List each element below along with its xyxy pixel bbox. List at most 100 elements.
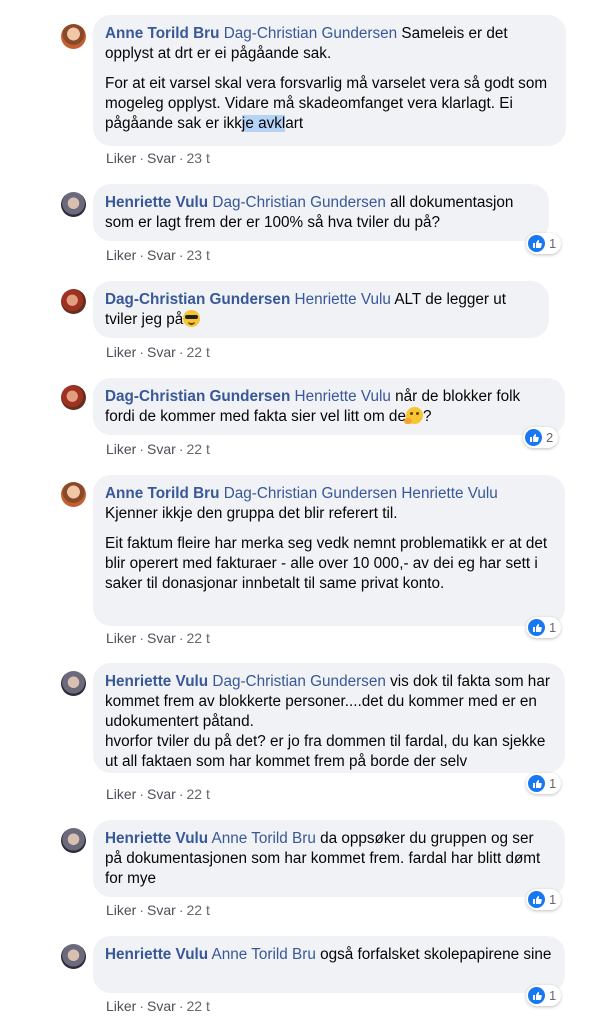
comment-author[interactable]: Dag-Christian Gundersen (105, 388, 290, 405)
separator: · (178, 998, 184, 1014)
comment-author[interactable]: Henriette Vulu (105, 194, 208, 211)
comment-mention[interactable]: Anne Torild Bru (212, 830, 316, 847)
like-link[interactable]: Liker (106, 441, 136, 457)
like-link[interactable]: Liker (106, 247, 136, 263)
avatar[interactable] (61, 671, 86, 696)
timestamp[interactable]: 23 t (187, 247, 210, 263)
text-selection: je avkl (241, 115, 286, 132)
separator: · (178, 902, 184, 918)
separator: · (139, 441, 145, 457)
comment-bubble: Henriette Vulu Dag-Christian Gundersen v… (93, 663, 565, 773)
like-reaction-icon (528, 235, 545, 252)
reaction-count[interactable]: 1 (526, 985, 562, 1006)
separator: · (139, 150, 145, 166)
comment-actions: Liker · Svar · 22 t (106, 441, 210, 457)
comment-bubble: Dag-Christian Gundersen Henriette Vulu A… (93, 281, 549, 338)
comment-mention[interactable]: Dag-Christian Gundersen Henriette Vulu (224, 485, 498, 502)
reply-link[interactable]: Svar (147, 630, 176, 646)
comment-text: Eit faktum fleire har merka seg vedk nem… (105, 535, 552, 592)
reaction-count[interactable]: 1 (526, 889, 562, 910)
comment-bubble: Anne Torild Bru Dag-Christian Gundersen … (93, 475, 565, 626)
reply-link[interactable]: Svar (147, 786, 176, 802)
reply-link[interactable]: Svar (147, 344, 176, 360)
comment-actions: Liker · Svar · 22 t (106, 902, 210, 918)
avatar[interactable] (61, 828, 86, 853)
comment-text: art (285, 115, 304, 132)
reaction-number: 1 (549, 236, 557, 251)
reply-link[interactable]: Svar (147, 441, 176, 457)
timestamp[interactable]: 22 t (187, 441, 210, 457)
avatar[interactable] (61, 385, 86, 410)
reaction-number: 2 (546, 430, 554, 445)
reply-link[interactable]: Svar (147, 150, 176, 166)
reaction-count[interactable]: 2 (523, 427, 559, 448)
reaction-count[interactable]: 1 (526, 233, 562, 254)
comment-bubble: Henriette Vulu Anne Torild Bru da oppsøk… (93, 820, 565, 897)
like-reaction-icon (528, 987, 545, 1004)
timestamp[interactable]: 22 t (187, 786, 210, 802)
reaction-count[interactable]: 1 (526, 617, 562, 638)
comment-bubble: Henriette Vulu Anne Torild Bru også forf… (93, 936, 565, 993)
comment-mention[interactable]: Anne Torild Bru (212, 946, 316, 963)
like-reaction-icon (525, 429, 542, 446)
comment-bubble: Dag-Christian Gundersen Henriette Vulu n… (93, 378, 565, 435)
reply-link[interactable]: Svar (147, 247, 176, 263)
comment-actions: Liker · Svar · 22 t (106, 786, 210, 802)
separator: · (178, 786, 184, 802)
like-reaction-icon (528, 619, 545, 636)
comment-text: også forfalsket skolepapirene sine (315, 946, 552, 963)
comment-mention[interactable]: Henriette Vulu (295, 291, 391, 308)
timestamp[interactable]: 22 t (187, 344, 210, 360)
separator: · (139, 247, 145, 263)
comment-author[interactable]: Henriette Vulu (105, 946, 208, 963)
reply-link[interactable]: Svar (147, 902, 176, 918)
reaction-number: 1 (549, 892, 557, 907)
like-link[interactable]: Liker (106, 902, 136, 918)
timestamp[interactable]: 22 t (187, 902, 210, 918)
comment-actions: Liker · Svar · 22 t (106, 998, 210, 1014)
comment-mention[interactable]: Henriette Vulu (295, 388, 391, 405)
reaction-number: 1 (549, 776, 557, 791)
separator: · (178, 150, 184, 166)
avatar[interactable] (61, 289, 86, 314)
sunglasses-emoji-icon (183, 310, 201, 327)
comment-author[interactable]: Anne Torild Bru (105, 485, 219, 502)
timestamp[interactable]: 23 t (187, 150, 210, 166)
comment-actions: Liker · Svar · 23 t (106, 150, 210, 166)
comment-mention[interactable]: Dag-Christian Gundersen (212, 673, 385, 690)
avatar[interactable] (61, 24, 86, 49)
timestamp[interactable]: 22 t (187, 630, 210, 646)
separator: · (139, 344, 145, 360)
separator: · (178, 441, 184, 457)
like-link[interactable]: Liker (106, 150, 136, 166)
like-link[interactable]: Liker (106, 786, 136, 802)
comment-mention[interactable]: Dag-Christian Gundersen (212, 194, 385, 211)
comment-mention[interactable]: Dag-Christian Gundersen (224, 25, 397, 42)
separator: · (139, 902, 145, 918)
comment-text: Kjenner ikkje den gruppa det blir refere… (105, 505, 398, 522)
comment-text: For at eit varsel skal vera forsvarlig m… (105, 75, 552, 132)
comment-author[interactable]: Henriette Vulu (105, 673, 208, 690)
comment-actions: Liker · Svar · 22 t (106, 344, 210, 360)
separator: · (178, 247, 184, 263)
comment-author[interactable]: Henriette Vulu (105, 830, 208, 847)
like-reaction-icon (528, 891, 545, 908)
timestamp[interactable]: 22 t (187, 998, 210, 1014)
separator: · (139, 998, 145, 1014)
reaction-count[interactable]: 1 (526, 773, 562, 794)
like-link[interactable]: Liker (106, 344, 136, 360)
reaction-number: 1 (549, 988, 557, 1003)
separator: · (178, 344, 184, 360)
like-link[interactable]: Liker (106, 998, 136, 1014)
reply-link[interactable]: Svar (147, 998, 176, 1014)
avatar[interactable] (61, 482, 86, 507)
separator: · (139, 630, 145, 646)
avatar[interactable] (61, 944, 86, 969)
comment-actions: Liker · Svar · 23 t (106, 247, 210, 263)
thinking-emoji-icon (403, 407, 423, 424)
like-reaction-icon (528, 775, 545, 792)
avatar[interactable] (61, 192, 86, 217)
comment-author[interactable]: Dag-Christian Gundersen (105, 291, 290, 308)
like-link[interactable]: Liker (106, 630, 136, 646)
comment-author[interactable]: Anne Torild Bru (105, 25, 219, 42)
